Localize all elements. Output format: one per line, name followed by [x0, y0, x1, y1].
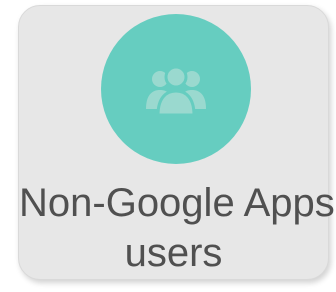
icon-circle [101, 14, 251, 164]
non-google-apps-users-tile[interactable]: Non-Google Apps users [18, 5, 335, 280]
users-group-icon [146, 65, 206, 117]
tile-label-line1: Non-Google Apps [19, 181, 335, 225]
tile-label-line2: users [124, 231, 223, 275]
